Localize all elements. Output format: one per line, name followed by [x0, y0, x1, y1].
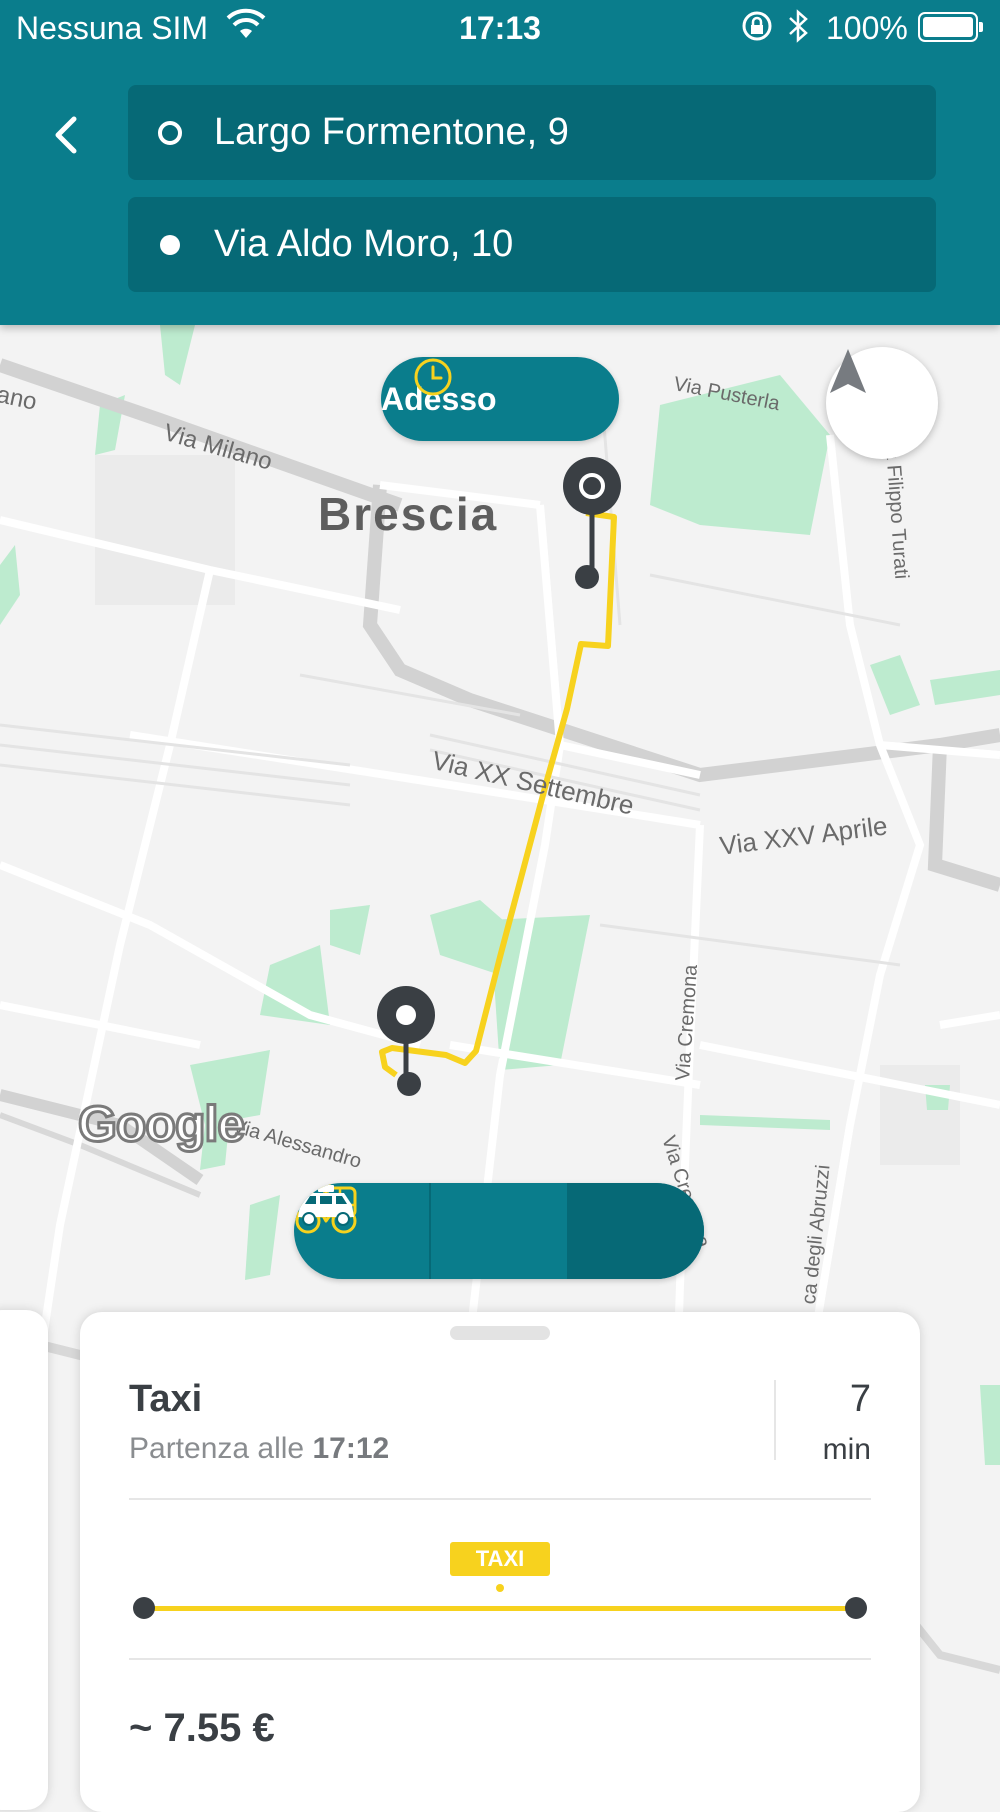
transport-mode-selector [294, 1183, 704, 1279]
navigation-arrow-icon [830, 349, 866, 393]
divider [129, 1658, 871, 1660]
duration: 7 min [823, 1378, 871, 1467]
destination-value: Via Aldo Moro, 10 [214, 223, 514, 265]
duration-unit: min [822, 1433, 871, 1466]
leg-end-dot [845, 1597, 867, 1619]
divider [129, 1498, 871, 1500]
route-card[interactable]: Taxi Partenza alle 17:12 7 min TAXI ~ 7.… [80, 1312, 920, 1812]
origin-marker-icon [158, 120, 182, 145]
price: ~ 7.55 € [129, 1706, 275, 1750]
battery-percent: 100% [826, 10, 908, 46]
bluetooth-icon [786, 8, 810, 52]
previous-route-card[interactable] [0, 1310, 48, 1810]
leg-indicator [496, 1584, 504, 1592]
route-mode-title: Taxi [129, 1378, 203, 1420]
mode-taxi[interactable] [298, 1183, 704, 1279]
locate-button[interactable] [826, 347, 938, 459]
top-header: Nessuna SIM 17:13 100% Largo Formentone,… [0, 0, 1000, 325]
status-bar: Nessuna SIM 17:13 100% [0, 0, 1000, 58]
leg-start-dot [133, 1597, 155, 1619]
rotation-lock-icon [740, 8, 774, 52]
leg-badge: TAXI [450, 1542, 550, 1576]
google-logo: Google [76, 1095, 246, 1154]
duration-value: 7 [849, 1378, 871, 1420]
destination-pin-icon [377, 986, 435, 1096]
mode-bike-sharing[interactable] [295, 1183, 569, 1279]
departure-prefix: Partenza alle [129, 1432, 305, 1465]
departure-time-button[interactable]: Adesso [381, 357, 619, 441]
taxi-icon [298, 1185, 354, 1226]
origin-field[interactable]: Largo Formentone, 9 [128, 85, 936, 180]
chevron-left-icon [55, 116, 77, 154]
drag-handle[interactable] [450, 1326, 550, 1340]
destination-field[interactable]: Via Aldo Moro, 10 [128, 197, 936, 292]
departure-info: Partenza alle 17:12 [129, 1432, 389, 1466]
destination-marker-icon [160, 234, 180, 255]
back-button[interactable] [40, 105, 90, 165]
clock-icon [414, 358, 452, 396]
route-leg-line [143, 1606, 857, 1611]
city-label: Brescia [318, 488, 499, 540]
departure-time: 17:12 [312, 1432, 390, 1465]
divider [774, 1380, 776, 1460]
battery-icon [918, 12, 983, 42]
origin-value: Largo Formentone, 9 [214, 111, 569, 153]
